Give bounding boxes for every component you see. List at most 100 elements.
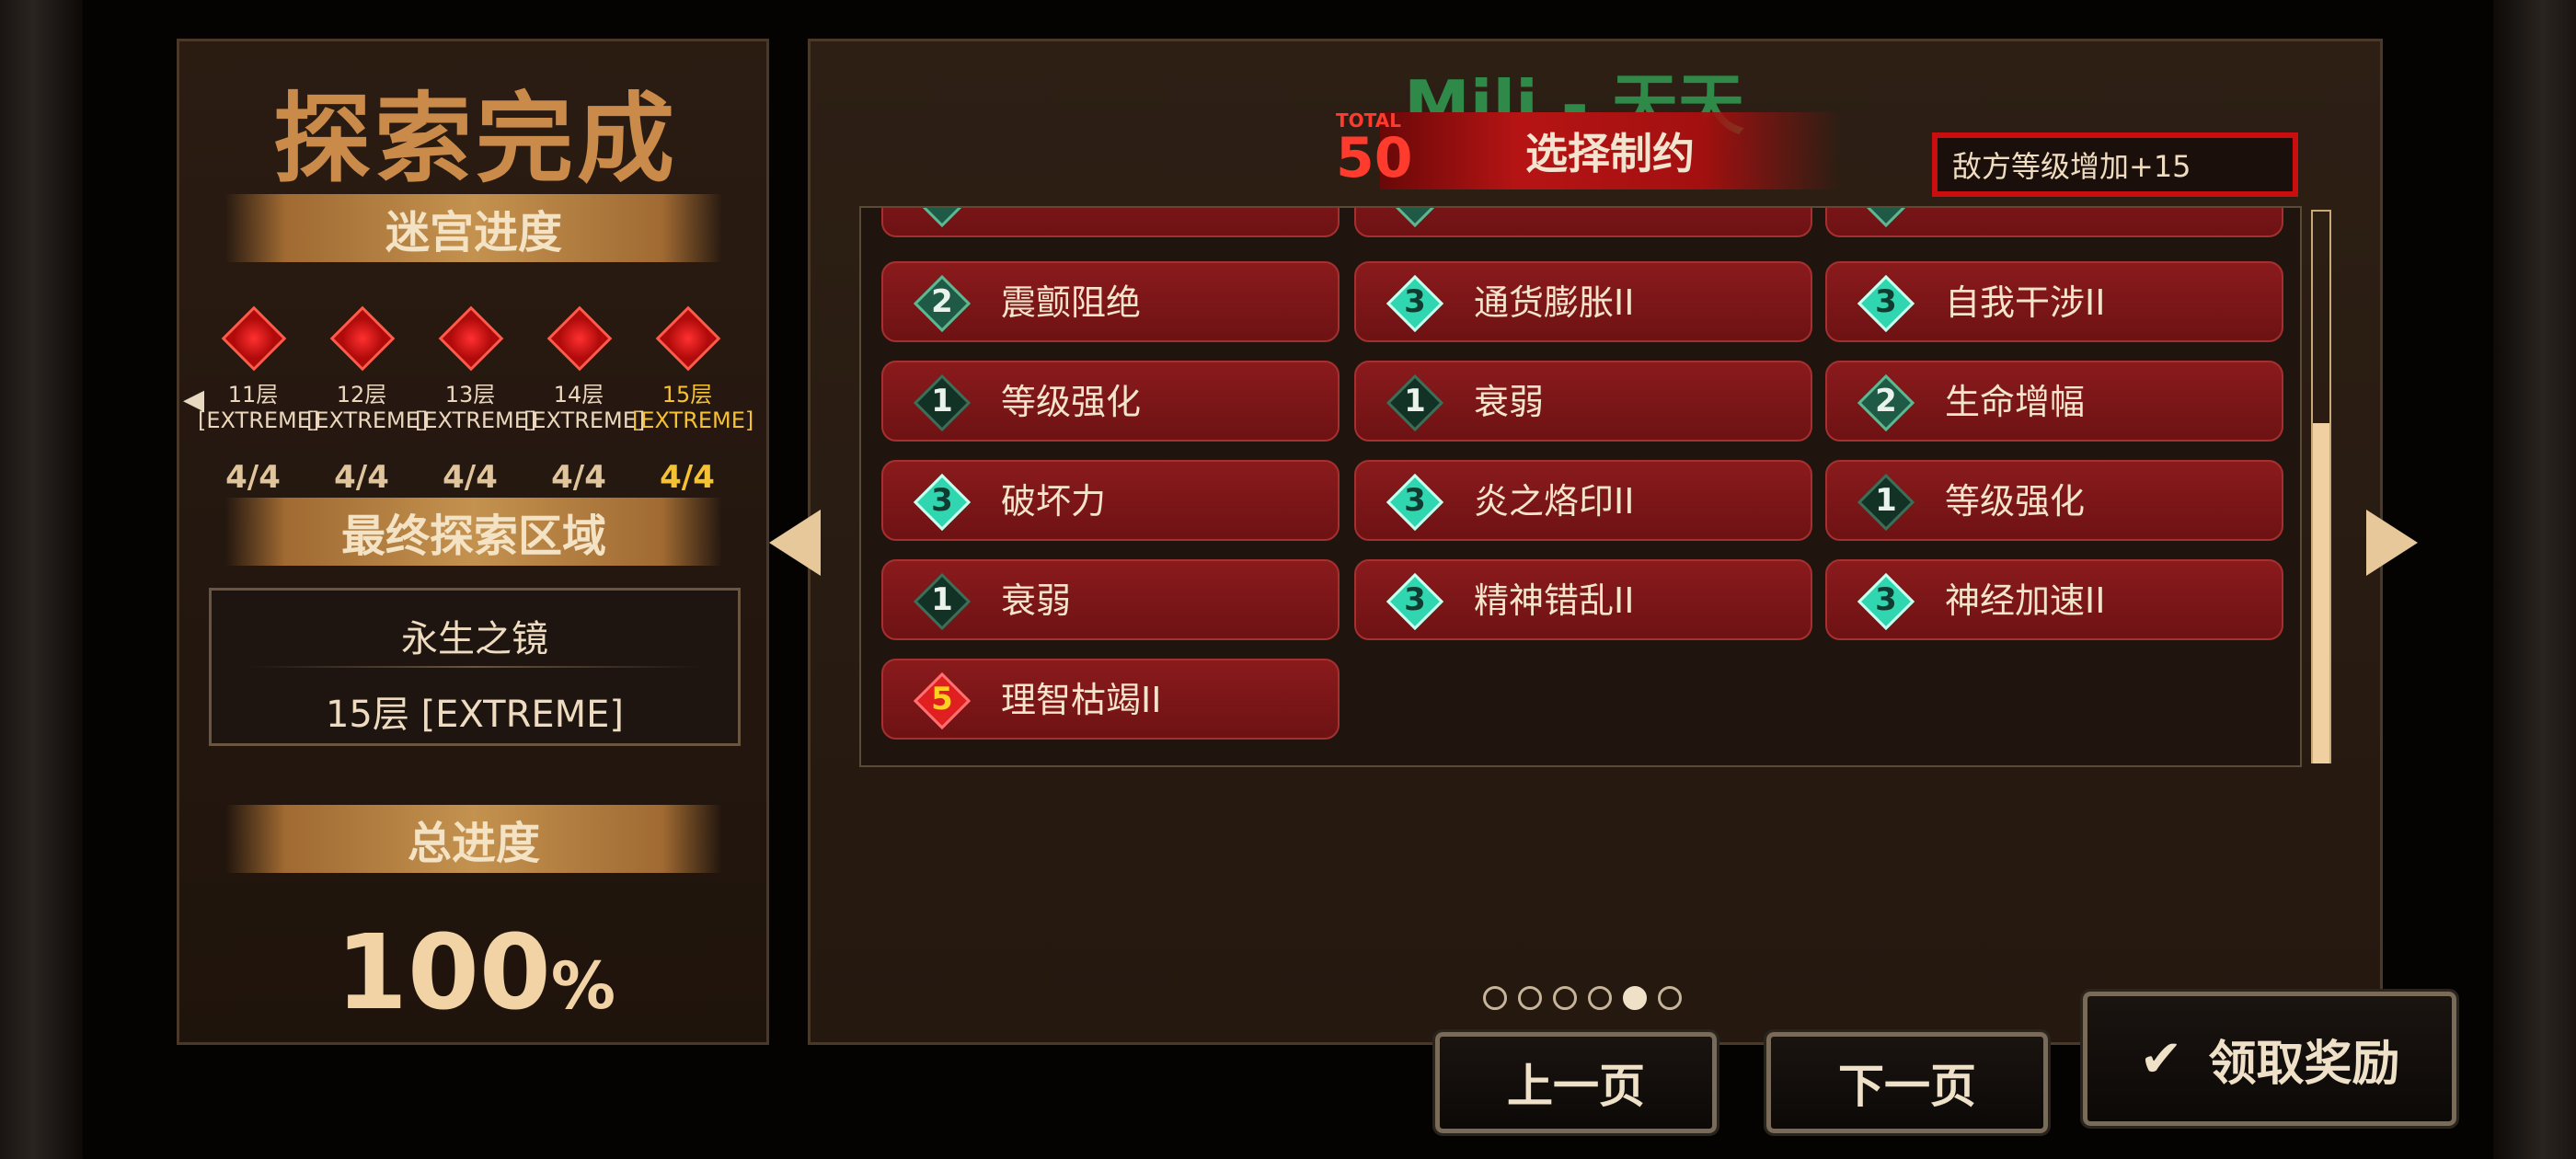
restriction-level: 3	[1404, 482, 1426, 519]
restriction-card[interactable]: 3 自我干涉II	[1825, 261, 2283, 342]
floor-count: 4/4	[225, 459, 281, 496]
floor-label: 14层	[553, 382, 604, 407]
enemy-level-box: 敌方等级增加+15	[1932, 132, 2298, 197]
total-progress-banner: 总进度	[225, 805, 722, 873]
frame-left-decoration	[0, 0, 83, 1159]
floor-emblem-icon	[546, 305, 613, 372]
restriction-name: 等级强化	[1945, 481, 2086, 522]
level-diamond-icon	[1386, 208, 1444, 228]
restriction-level: 2	[1875, 383, 1897, 419]
floor-label: 15层	[661, 382, 713, 407]
page-dot[interactable]	[1518, 986, 1542, 1010]
restriction-grid: 2 震颤阻绝 3 通货膨胀II 3 自我干涉II 1 等级强化 1 衰弱 2 生命增幅 3 破坏力 3 炎之烙…	[859, 206, 2302, 767]
restriction-card-partial[interactable]	[1825, 208, 2283, 237]
restriction-name: 衰弱	[1474, 382, 1545, 422]
floor-count: 4/4	[443, 459, 498, 496]
restriction-level: 3	[1404, 581, 1426, 618]
restriction-card[interactable]: 3 破坏力	[881, 460, 1340, 541]
page-dot[interactable]	[1588, 986, 1612, 1010]
floor-label: 12层	[336, 382, 387, 407]
restriction-card[interactable]: 1 衰弱	[1354, 361, 1812, 442]
restriction-card[interactable]: 3 炎之烙印II	[1354, 460, 1812, 541]
restriction-card-partial[interactable]	[881, 208, 1340, 237]
floor-item-11: 11层 [EXTREME] 4/4	[198, 282, 319, 496]
page-indicator	[1483, 986, 1682, 1014]
maze-progress-banner: 迷宫进度	[225, 194, 722, 262]
check-icon: ✔	[2139, 1028, 2183, 1089]
restriction-level: 1	[931, 383, 953, 419]
page-dot[interactable]	[1483, 986, 1507, 1010]
claim-reward-button[interactable]: ✔ 领取奖励	[2080, 989, 2459, 1129]
restriction-name: 理智枯竭II	[1001, 680, 1162, 720]
scrollbar-thumb[interactable]	[2313, 423, 2329, 763]
restriction-level: 1	[931, 581, 953, 618]
total-progress-value: 100%	[179, 913, 772, 1033]
page-dot[interactable]	[1553, 986, 1577, 1010]
final-area-banner: 最终探索区域	[225, 498, 722, 566]
next-page-button[interactable]: 下一页	[1764, 1029, 2051, 1136]
restriction-card[interactable]: 3 通货膨胀II	[1354, 261, 1812, 342]
floor-count: 4/4	[660, 459, 715, 496]
restriction-card[interactable]: 3 神经加速II	[1825, 559, 2283, 640]
level-diamond-icon	[1857, 208, 1915, 228]
restriction-card[interactable]: 2 生命增幅	[1825, 361, 2283, 442]
floor-count: 4/4	[334, 459, 389, 496]
restriction-name: 神经加速II	[1945, 580, 2106, 621]
restriction-card[interactable]: 1 衰弱	[881, 559, 1340, 640]
exploration-complete-title: 探索完成	[273, 83, 678, 196]
restriction-level: 3	[1875, 581, 1897, 618]
floor-label: 11层	[227, 382, 279, 407]
floor-progress-row: 11层 [EXTREME] 4/4 12层 [EXTREME] 4/4 13层 [EX…	[198, 282, 753, 496]
restriction-card[interactable]: 3 精神错乱II	[1354, 559, 1812, 640]
restriction-card-partial[interactable]	[1354, 208, 1812, 237]
final-area-box: 永生之镜 15层 [EXTREME]	[209, 588, 741, 746]
restriction-card[interactable]: 1 等级强化	[1825, 460, 2283, 541]
next-page-arrow-icon[interactable]	[2366, 510, 2418, 576]
page-dot[interactable]	[1623, 986, 1647, 1010]
exploration-summary-panel: 探索完成 迷宫进度 ◀ 11层 [EXTREME] 4/4 12层 [EXTREME…	[177, 39, 769, 1045]
floor-difficulty: [EXTREME]	[198, 407, 320, 433]
floor-difficulty: [EXTREME]	[306, 407, 429, 433]
frame-right-decoration	[2493, 0, 2576, 1159]
progress-unit: %	[550, 948, 615, 1024]
floor-emblem-icon	[221, 305, 287, 372]
floor-item-12: 12层 [EXTREME] 4/4	[306, 282, 428, 496]
final-area-name: 永生之镜	[401, 618, 548, 660]
floor-label: 13层	[444, 382, 496, 407]
restriction-name: 震颤阻绝	[1001, 282, 1142, 323]
floor-item-14: 14层 [EXTREME] 4/4	[523, 282, 645, 496]
restriction-name: 通货膨胀II	[1474, 282, 1635, 323]
restriction-name: 自我干涉II	[1945, 282, 2106, 323]
restriction-level: 3	[1404, 283, 1426, 320]
restriction-name: 衰弱	[1001, 580, 1072, 621]
prev-page-button[interactable]: 上一页	[1432, 1029, 1719, 1136]
restriction-level: 1	[1404, 383, 1426, 419]
floor-item-15: 15层 [EXTREME] 4/4	[632, 282, 753, 496]
restriction-name: 破坏力	[1001, 481, 1107, 522]
claim-reward-label: 领取奖励	[2208, 1036, 2400, 1092]
select-restriction-header: 选择制约	[1380, 112, 1840, 189]
restriction-name: 生命增幅	[1945, 382, 2086, 422]
floor-difficulty: [EXTREME]	[632, 407, 754, 433]
restriction-level: 2	[931, 283, 953, 320]
restriction-name: 炎之烙印II	[1474, 481, 1635, 522]
restriction-level: 5	[931, 681, 953, 717]
progress-number: 100	[336, 913, 551, 1033]
floor-emblem-icon	[329, 305, 396, 372]
page-dot[interactable]	[1658, 986, 1682, 1010]
restriction-level: 3	[1875, 283, 1897, 320]
total-points-badge: TOTAL 50	[1336, 110, 1413, 190]
restriction-name: 精神错乱II	[1474, 580, 1635, 621]
final-area-floor: 15层 [EXTREME]	[325, 694, 625, 736]
restriction-card[interactable]: 1 等级强化	[881, 361, 1340, 442]
total-value: 50	[1336, 126, 1413, 190]
restriction-card[interactable]: 2 震颤阻绝	[881, 261, 1340, 342]
restriction-card[interactable]: 5 理智枯竭II	[881, 659, 1340, 740]
floor-emblem-icon	[438, 305, 504, 372]
floor-emblem-icon	[655, 305, 721, 372]
divider	[248, 666, 701, 668]
restriction-name: 等级强化	[1001, 382, 1142, 422]
level-diamond-icon	[913, 208, 972, 228]
previous-page-arrow-icon[interactable]	[769, 510, 821, 576]
floor-count: 4/4	[551, 459, 606, 496]
